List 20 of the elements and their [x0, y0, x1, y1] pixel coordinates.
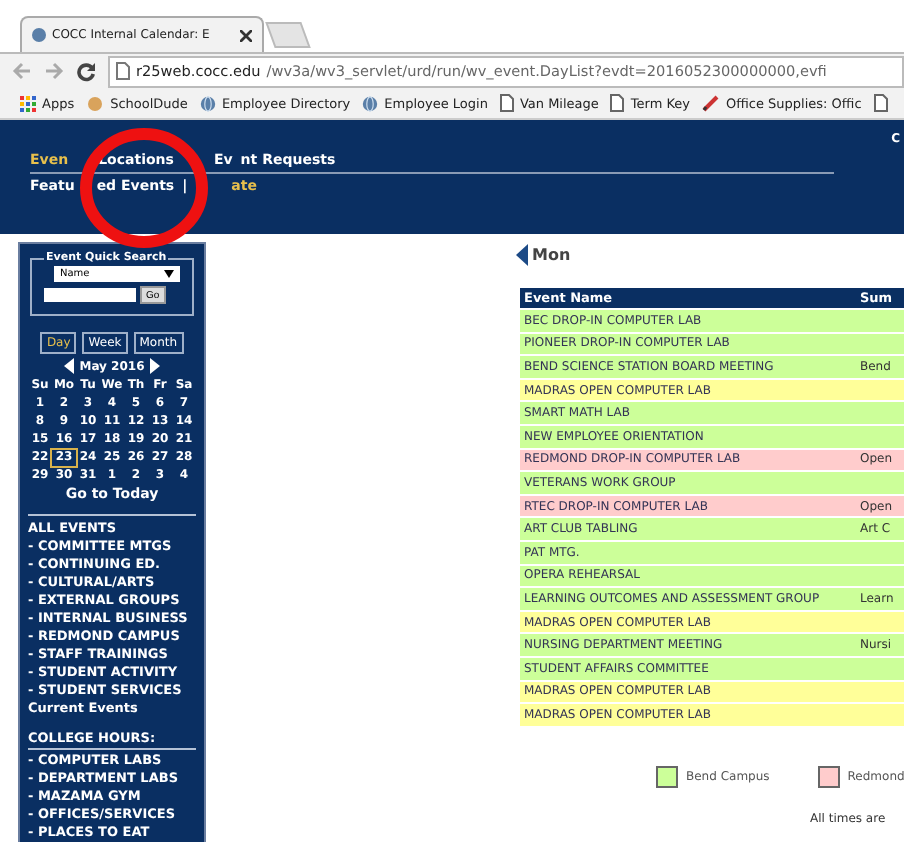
dropdown-arrow-icon: [164, 270, 174, 278]
next-icon[interactable]: [150, 358, 161, 374]
globe-icon: [199, 95, 216, 111]
page-icon: [873, 94, 888, 112]
page-icon: [610, 94, 625, 112]
search-field[interactable]: [44, 288, 136, 302]
globe-icon: [32, 28, 46, 42]
page-icon: [499, 94, 514, 112]
globe-icon: [362, 95, 379, 111]
cookie-icon: [86, 95, 105, 111]
day-title: Mon: [532, 246, 571, 264]
previous-day-icon[interactable]: [516, 244, 528, 266]
previous-icon[interactable]: [63, 358, 74, 374]
page-icon: [116, 62, 130, 80]
reload-icon[interactable]: [76, 61, 96, 81]
bookmark-link[interactable]: [873, 94, 888, 112]
apps-icon: [20, 95, 36, 111]
close-icon[interactable]: [240, 29, 252, 41]
pencil-icon: [702, 94, 721, 112]
annotation-circle: [80, 128, 208, 248]
